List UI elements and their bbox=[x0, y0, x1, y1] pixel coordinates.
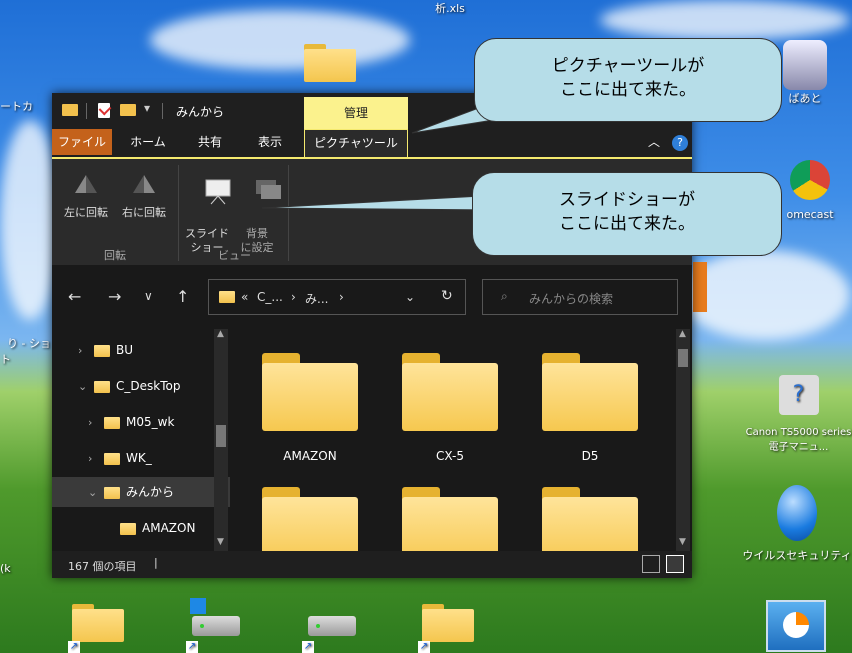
shortcut-arrow-icon: ↗ bbox=[418, 641, 430, 653]
callout-slideshow: スライドショーが ここに出て来た。 bbox=[472, 172, 782, 256]
shortcut-arrow-icon: ↗ bbox=[186, 641, 198, 653]
callout-text: スライドショーが ここに出て来た。 bbox=[559, 190, 695, 234]
shortcut-arrow-icon: ↗ bbox=[302, 641, 314, 653]
callout-text: ピクチャーツールが ここに出て来た。 bbox=[551, 56, 705, 100]
callout-picture-tools: ピクチャーツールが ここに出て来た。 bbox=[474, 38, 782, 122]
shortcut-arrow-icon: ↗ bbox=[68, 641, 80, 653]
